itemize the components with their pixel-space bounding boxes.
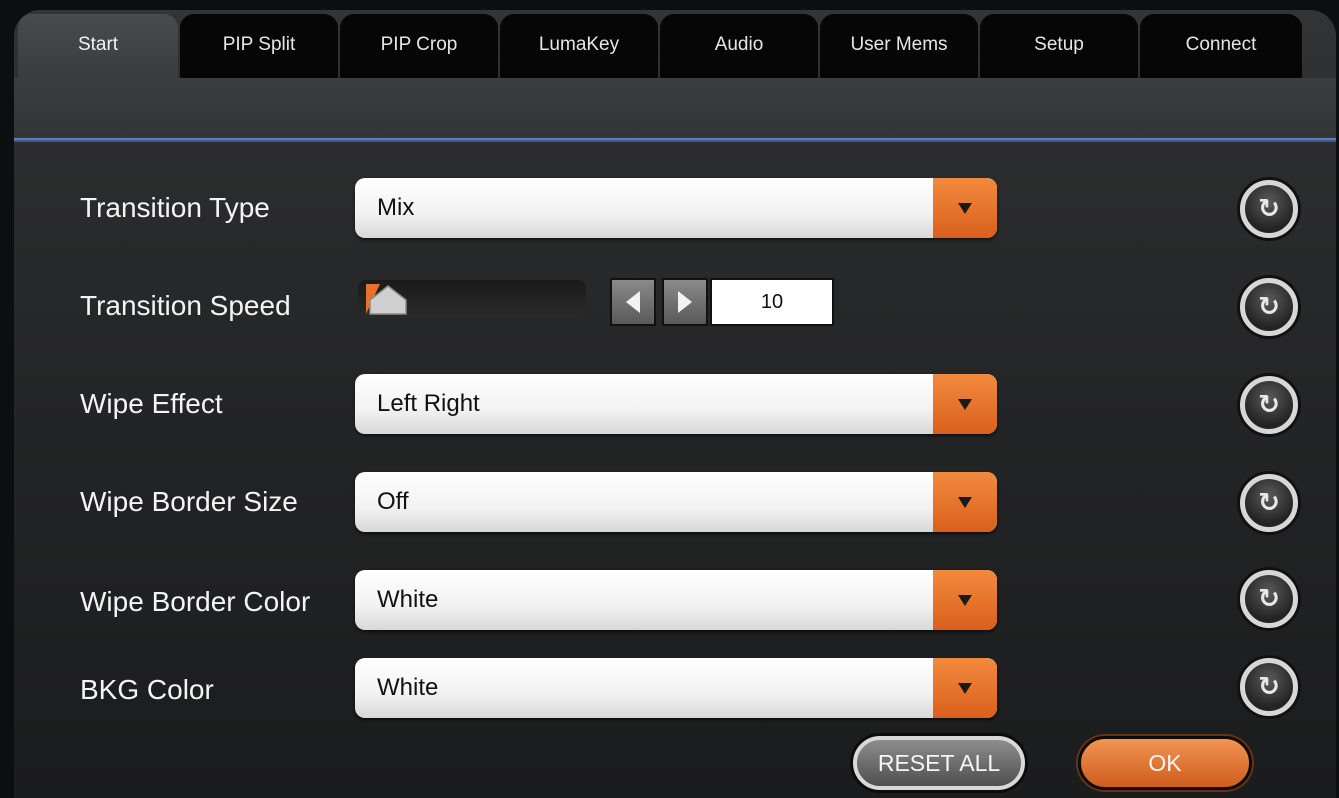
- tab-start[interactable]: Start: [18, 14, 178, 80]
- wipe-border-color-label: Wipe Border Color: [80, 586, 311, 617]
- triangle-down-icon: [958, 202, 972, 214]
- dropdown-arrow-button[interactable]: [933, 178, 997, 238]
- wipe-effect-value: Left Right: [377, 390, 480, 417]
- wipe-border-size-select[interactable]: Off: [355, 472, 997, 532]
- triangle-right-icon: [678, 291, 692, 313]
- dropdown-arrow-button[interactable]: [933, 570, 997, 630]
- tab-pip-crop[interactable]: PIP Crop: [340, 14, 498, 78]
- wipe-border-size-value: Off: [377, 488, 409, 515]
- tab-label: PIP Split: [222, 34, 296, 55]
- triangle-left-icon: [626, 291, 640, 313]
- tab-setup[interactable]: Setup: [980, 14, 1138, 78]
- reset-all-label: RESET ALL: [877, 749, 1001, 776]
- reset-icon: ↻: [1258, 488, 1280, 518]
- reset-icon: ↻: [1258, 292, 1280, 322]
- tab-label: Connect: [1185, 34, 1257, 55]
- bkg-color-label: BKG Color: [80, 674, 214, 705]
- wipe-border-color-select[interactable]: White: [355, 570, 997, 630]
- header-divider: [14, 138, 1336, 142]
- triangle-down-icon: [958, 682, 972, 694]
- speed-decrement-button[interactable]: [610, 278, 656, 326]
- wipe-effect-reset-button[interactable]: ↻: [1240, 376, 1298, 434]
- wipe-border-color-reset-button[interactable]: ↻: [1240, 570, 1298, 628]
- wipe-border-color-value: White: [377, 586, 439, 613]
- tab-label: Start: [77, 34, 119, 55]
- triangle-down-icon: [958, 496, 972, 508]
- dropdown-arrow-button[interactable]: [933, 472, 997, 532]
- ok-label: OK: [1148, 749, 1182, 776]
- dropdown-arrow-button[interactable]: [933, 658, 997, 718]
- transition-type-reset-button[interactable]: ↻: [1240, 180, 1298, 238]
- tab-bar: Start PIP Split PIP Crop LumaKey Audio U…: [18, 14, 1302, 80]
- transition-speed-reset-button[interactable]: ↻: [1240, 278, 1298, 336]
- header-strip: [14, 78, 1336, 138]
- wipe-effect-select[interactable]: Left Right: [355, 374, 997, 434]
- reset-icon: ↻: [1258, 584, 1280, 614]
- transition-type-value: Mix: [377, 194, 415, 221]
- tab-label: LumaKey: [538, 34, 620, 55]
- wipe-border-size-reset-button[interactable]: ↻: [1240, 474, 1298, 532]
- tab-label: User Mems: [850, 34, 948, 55]
- tab-audio[interactable]: Audio: [660, 14, 818, 78]
- reset-icon: ↻: [1258, 194, 1280, 224]
- transition-type-select[interactable]: Mix: [355, 178, 997, 238]
- wipe-border-size-label: Wipe Border Size: [80, 486, 298, 517]
- tab-lumakey[interactable]: LumaKey: [500, 14, 658, 78]
- triangle-down-icon: [958, 398, 972, 410]
- tab-label: PIP Crop: [380, 34, 458, 55]
- transition-type-label: Transition Type: [80, 192, 270, 223]
- dropdown-arrow-button[interactable]: [933, 374, 997, 434]
- slider-thumb-handle[interactable]: [360, 282, 412, 316]
- triangle-down-icon: [958, 594, 972, 606]
- transition-speed-input[interactable]: 10: [710, 278, 834, 326]
- tab-pip-split[interactable]: PIP Split: [180, 14, 338, 78]
- tab-label: Setup: [1034, 34, 1084, 55]
- ok-button[interactable]: OK: [1078, 736, 1252, 790]
- tab-label: Audio: [714, 34, 764, 55]
- speed-increment-button[interactable]: [662, 278, 708, 326]
- transition-speed-label: Transition Speed: [80, 290, 291, 321]
- reset-icon: ↻: [1258, 672, 1280, 702]
- tab-connect[interactable]: Connect: [1140, 14, 1302, 78]
- tab-user-mems[interactable]: User Mems: [820, 14, 978, 78]
- bkg-color-select[interactable]: White: [355, 658, 997, 718]
- bkg-color-reset-button[interactable]: ↻: [1240, 658, 1298, 716]
- wipe-effect-label: Wipe Effect: [80, 388, 223, 419]
- reset-icon: ↻: [1258, 390, 1280, 420]
- bkg-color-value: White: [377, 674, 439, 701]
- reset-all-button[interactable]: RESET ALL: [853, 736, 1025, 790]
